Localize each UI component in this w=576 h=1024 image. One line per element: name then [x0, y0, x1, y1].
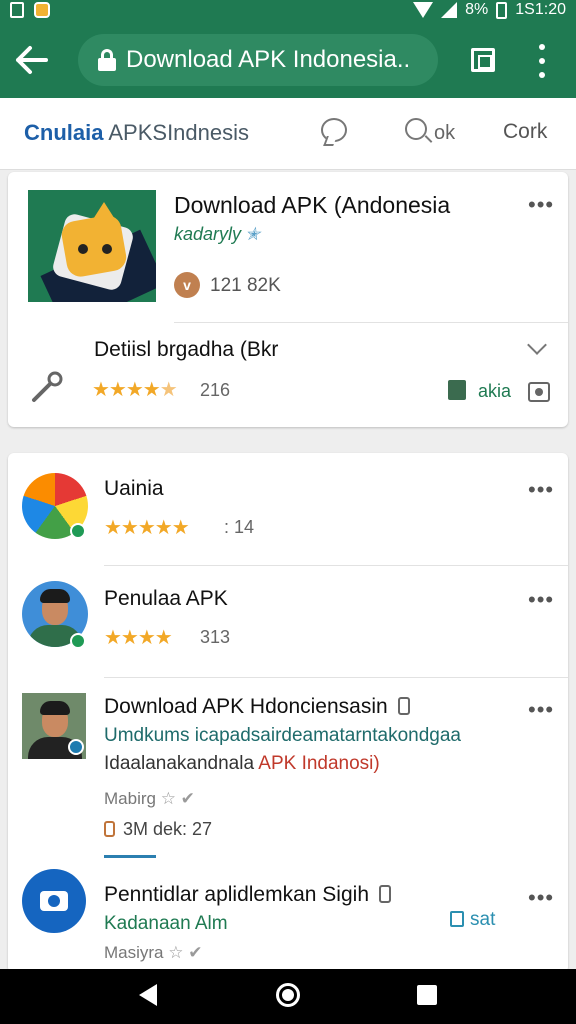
search-label[interactable]: ok: [434, 122, 455, 145]
accent-underline: [104, 855, 156, 858]
back-arrow-icon[interactable]: [14, 44, 50, 76]
system-nav-bar: [0, 969, 576, 1024]
battery-percent: 8%: [465, 1, 489, 18]
row-menu-icon[interactable]: •••: [528, 587, 554, 613]
camera-icon[interactable]: [528, 382, 550, 402]
site-header: Cnulaia APKSIndnesis ok Cork: [0, 98, 576, 170]
rating-stars: ★★★★★: [92, 379, 178, 401]
status-bar: 8% 1S1:20: [0, 0, 576, 24]
camera-app-icon[interactable]: [22, 869, 86, 933]
signal-icon: [441, 2, 458, 18]
brand-text: APKSIndnesis: [108, 120, 250, 145]
url-title: Download APK Indonesia..: [126, 46, 411, 73]
nav-home-icon[interactable]: [276, 983, 300, 1007]
lock-icon: [98, 49, 116, 71]
install-icon[interactable]: [448, 380, 466, 400]
clock: 1S1:20: [515, 1, 566, 18]
check-badge-icon: [70, 523, 86, 539]
clip-icon: [104, 821, 115, 837]
rating-count: : 14: [224, 517, 255, 537]
action-label[interactable]: akia: [478, 381, 511, 402]
rating-stars: ★★★★★: [104, 517, 190, 539]
brand-bold-text: Cnulaia: [24, 120, 104, 145]
row-menu-icon[interactable]: •••: [528, 885, 554, 911]
browser-toolbar: Download APK Indonesia..: [0, 24, 576, 98]
featured-app-card[interactable]: Download APK (Andonesia kadaryly ✭ v 121 …: [8, 172, 568, 427]
nav-recent-icon[interactable]: [417, 985, 437, 1005]
search-icon[interactable]: [405, 118, 427, 140]
divider: [104, 677, 568, 678]
check-badge-icon: [70, 633, 86, 649]
detail-title[interactable]: Detiisl brgadha (Bkr: [94, 338, 278, 362]
sat-icon: [450, 911, 464, 927]
app-list-card: Uainia ★★★★★ : 14 ••• Penulaa APK ★★★★ 3…: [8, 453, 568, 973]
site-logo[interactable]: Cnulaia APKSIndnesis: [24, 120, 249, 146]
bookmark-icon[interactable]: [397, 697, 410, 715]
row-menu-icon[interactable]: •••: [528, 477, 554, 503]
nav-back-icon[interactable]: [139, 984, 157, 1006]
tabs-icon[interactable]: [471, 48, 495, 72]
divider: [174, 322, 568, 323]
list-item-title[interactable]: Uainia: [104, 477, 164, 501]
cork-link[interactable]: Cork: [503, 120, 547, 144]
row-menu-icon[interactable]: •••: [528, 697, 554, 723]
list-item-subtitle: Idaalanakandnala APK Indanosi): [104, 753, 380, 774]
list-item-meta: Masiyra ☆ ✔: [104, 943, 203, 962]
more-icon[interactable]: [530, 44, 554, 78]
notification-icon: [10, 2, 24, 18]
featured-title[interactable]: Download APK (Andonesia: [174, 192, 450, 219]
list-item-title[interactable]: Penntidlar aplidlemkan Sigih: [104, 883, 391, 907]
downloads-icon: v: [174, 272, 200, 298]
app-notification-icon: [34, 2, 50, 18]
info-badge-icon: [68, 739, 84, 755]
mic-icon[interactable]: [30, 370, 64, 404]
card-menu-icon[interactable]: •••: [528, 192, 554, 218]
download-count: 121 82K: [210, 275, 281, 296]
app-thumbnail[interactable]: [28, 190, 156, 302]
rating-stars: ★★★★: [104, 627, 173, 649]
wifi-icon: [413, 2, 434, 18]
chat-icon[interactable]: [321, 118, 347, 142]
divider: [104, 565, 568, 566]
battery-icon: [496, 1, 508, 19]
rating-count: 313: [200, 627, 231, 647]
list-item-title[interactable]: Download APK Hdonciensasin: [104, 695, 410, 719]
chevron-down-icon[interactable]: [527, 335, 547, 355]
list-item-title[interactable]: Penulaa APK: [104, 587, 228, 611]
list-item-meta: Mabirg ☆ ✔: [104, 789, 195, 808]
size-info: 3M dek: 27: [104, 819, 212, 840]
verified-icon: ✭: [245, 224, 261, 244]
sat-button[interactable]: sat: [450, 909, 495, 931]
bookmark-icon[interactable]: [379, 885, 391, 903]
list-item-description: Kadanaan Alm: [104, 913, 228, 934]
developer-name[interactable]: kadaryly ✭: [174, 224, 260, 245]
url-bar[interactable]: Download APK Indonesia..: [78, 34, 438, 86]
list-item-description: Umdkums icapadsairdeamatarntakondgaa: [104, 725, 461, 746]
rating-count: 216: [200, 380, 231, 400]
